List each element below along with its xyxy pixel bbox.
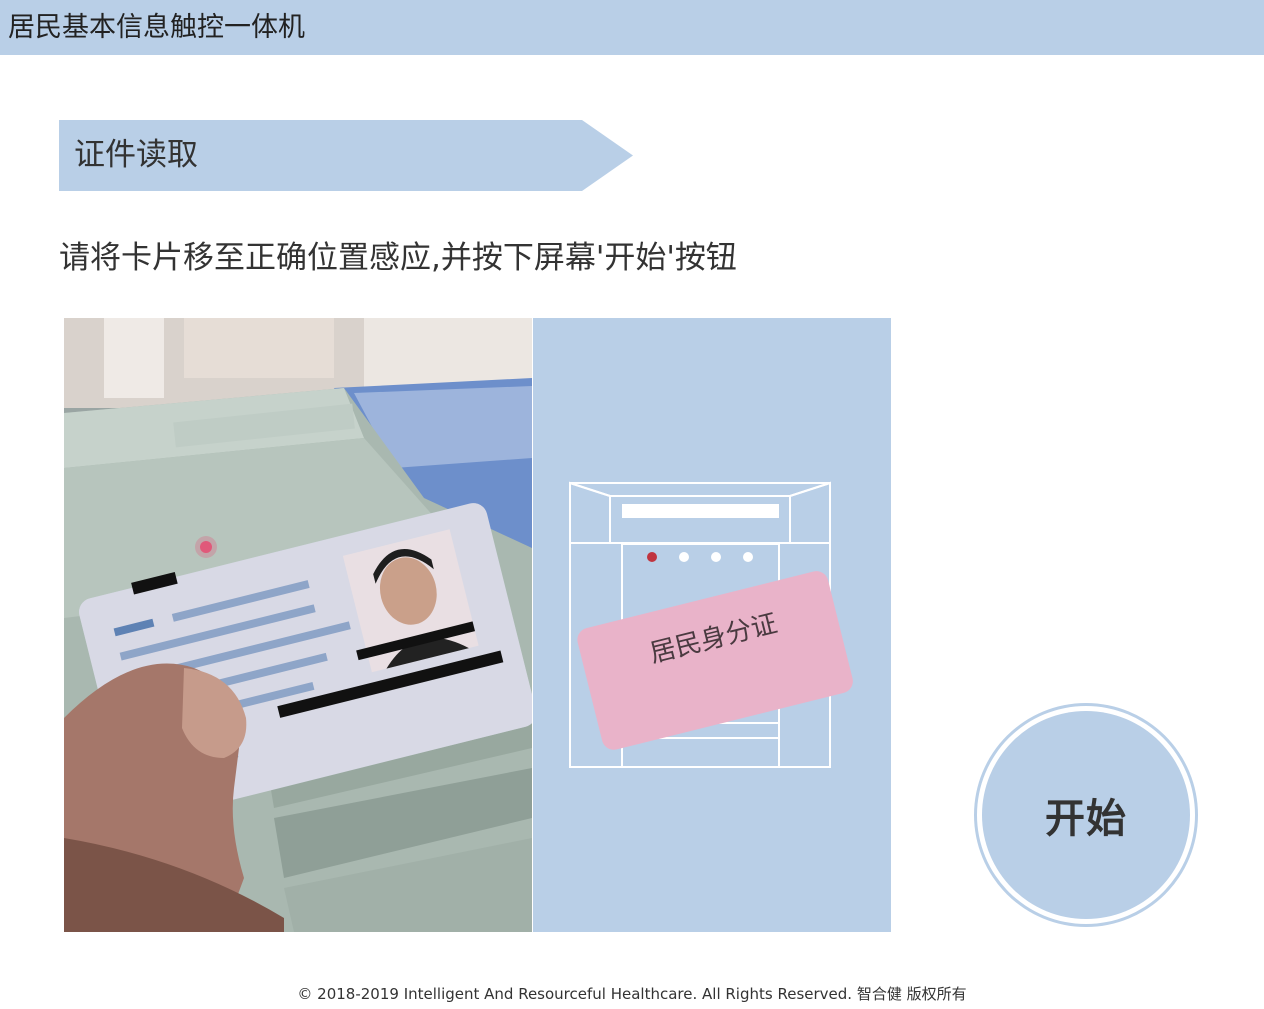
instruction-text: 请将卡片移至正确位置感应,并按下屏幕'开始'按钮 (59, 240, 737, 276)
start-button-label: 开始 (1045, 796, 1127, 842)
start-button-face[interactable]: 开始 (982, 711, 1190, 919)
start-button[interactable]: 开始 (974, 703, 1198, 927)
card-reading-photo (64, 318, 532, 932)
top-header-bar: 居民基本信息触控一体机 (0, 0, 1264, 55)
id-card-graphic (577, 571, 853, 750)
app-title: 居民基本信息触控一体机 (8, 12, 305, 43)
section-banner: 证件读取 (59, 120, 633, 191)
card-reader-illustration: 居民身分证 (533, 318, 891, 932)
footer-copyright: © 2018-2019 Intelligent And Resourceful … (0, 984, 1264, 1004)
copyright-text: © 2018-2019 Intelligent And Resourceful … (297, 985, 967, 1003)
section-title: 证件读取 (74, 137, 198, 173)
